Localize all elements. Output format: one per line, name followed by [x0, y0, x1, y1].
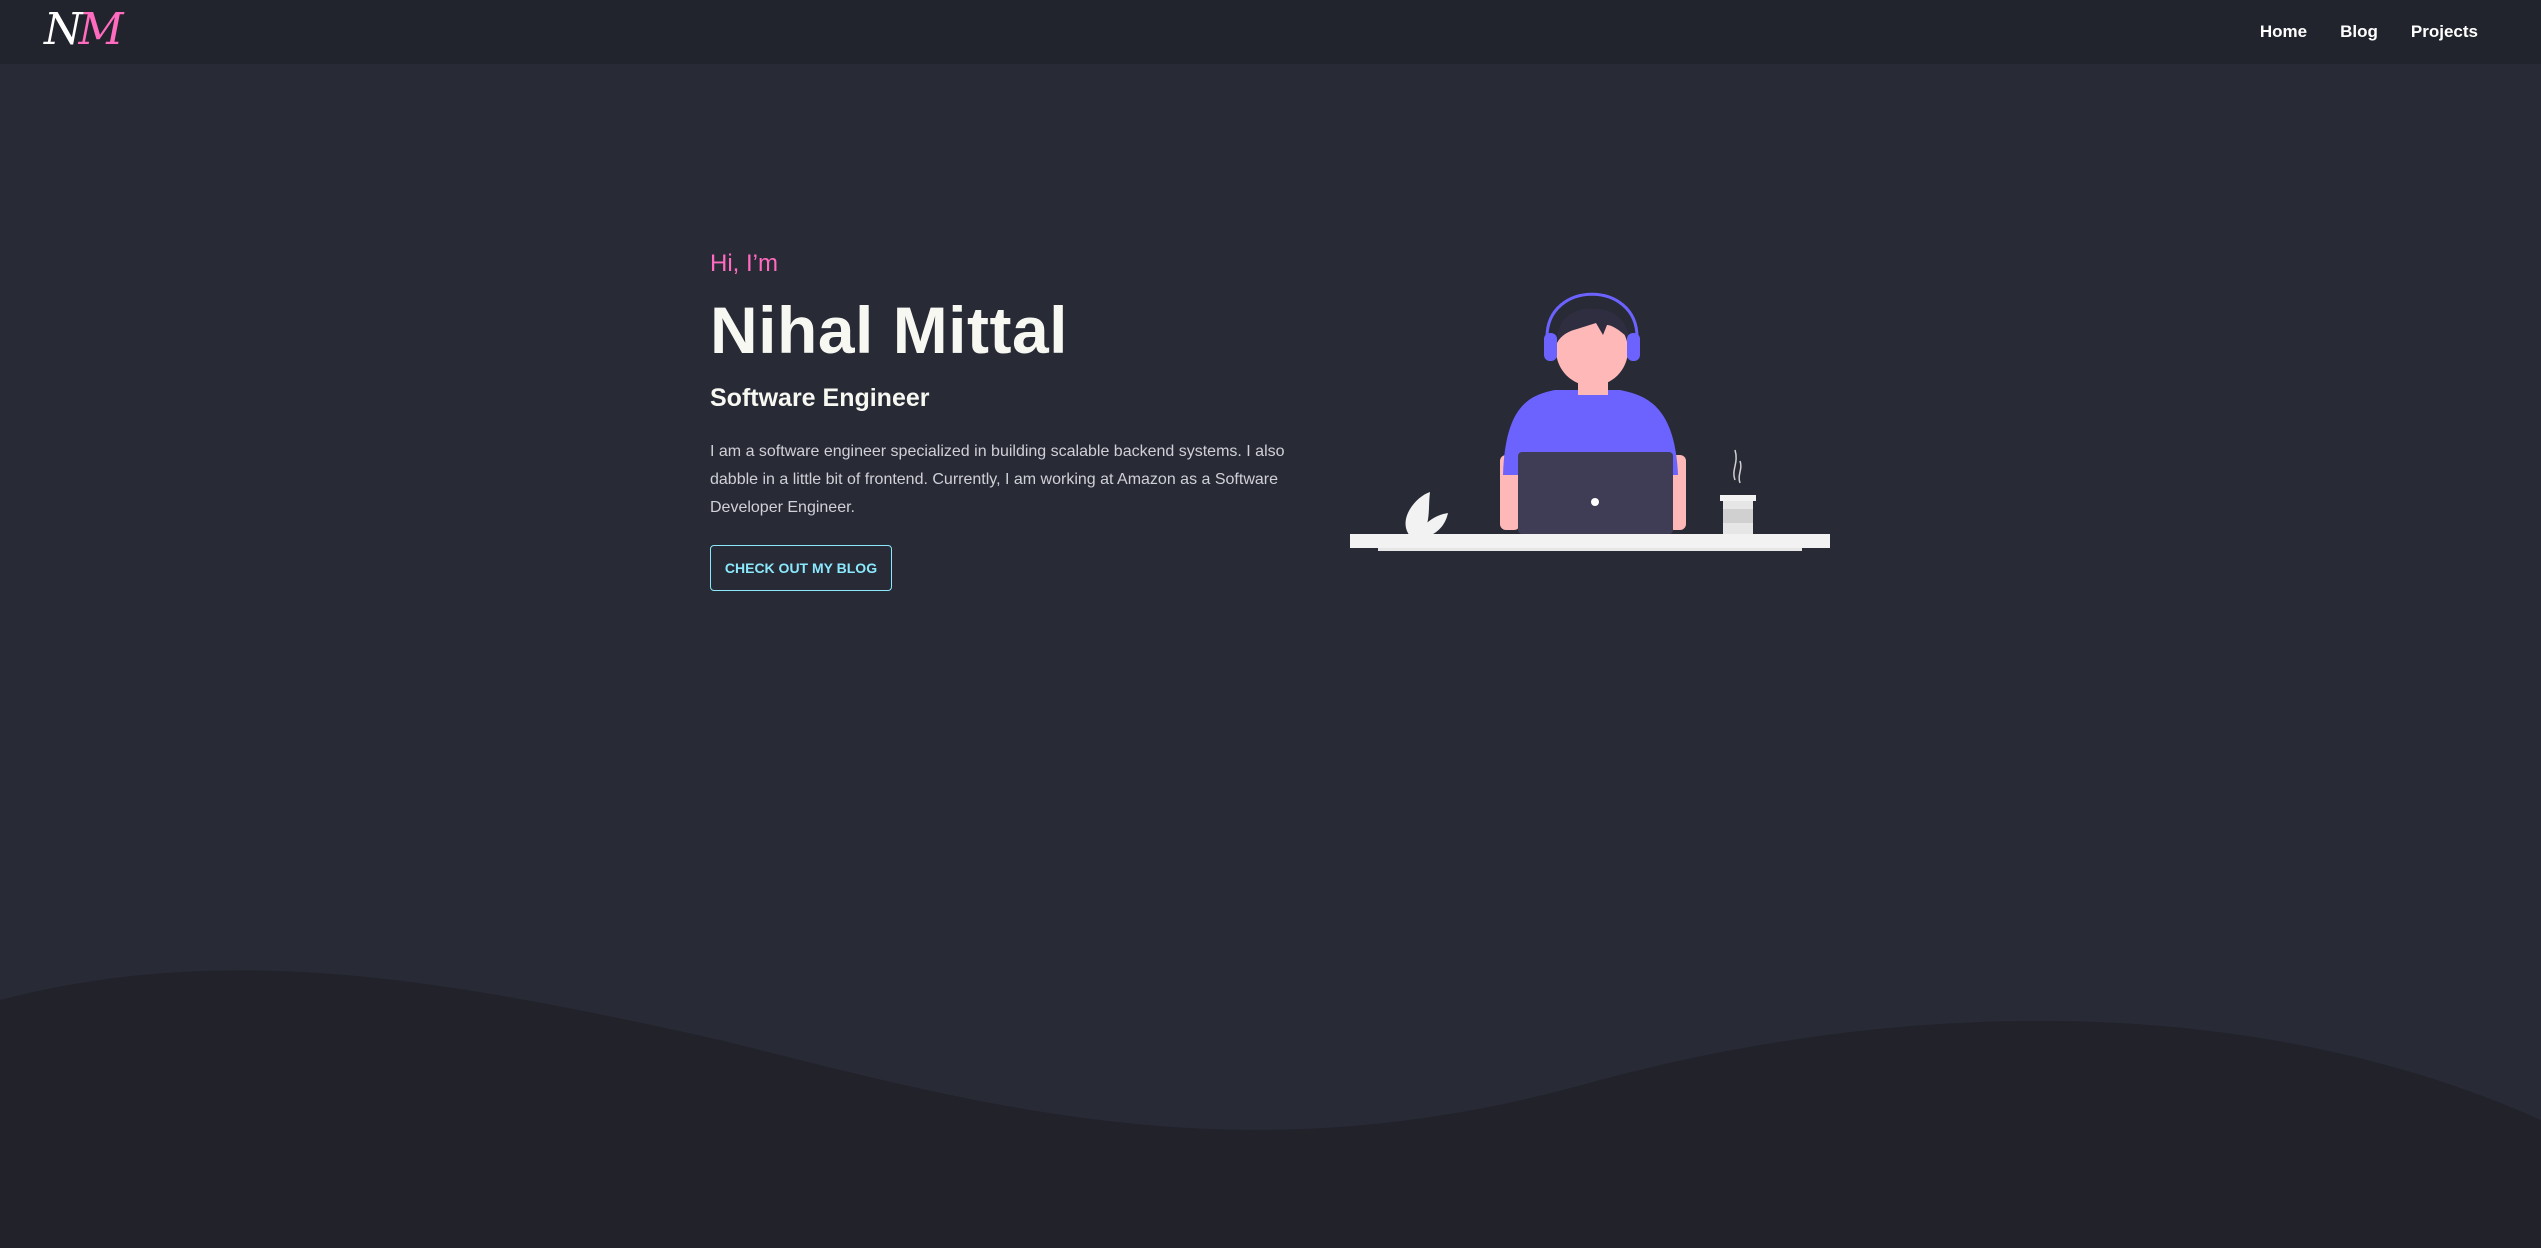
nav-link-home[interactable]: Home: [2260, 22, 2307, 42]
developer-at-laptop-illustration: [1350, 292, 1830, 551]
nav-links: Home Blog Projects: [2260, 0, 2478, 64]
logo-letter-m: M: [78, 4, 124, 55]
hero-greeting: Hi, I’m: [710, 250, 778, 277]
check-out-blog-button[interactable]: CHECK OUT MY BLOG: [710, 545, 892, 591]
logo-letter-n: N: [44, 4, 82, 55]
hero-bio: I am a software engineer specialized in …: [710, 443, 1285, 516]
nav-link-blog[interactable]: Blog: [2340, 22, 2378, 42]
hero-text: Hi, I’m Nihal Mittal Software Engineer I…: [710, 248, 1330, 522]
hero-name: Nihal Mittal: [710, 293, 1069, 367]
hero-role: Software Engineer: [710, 384, 930, 412]
nav-link-projects[interactable]: Projects: [2411, 22, 2478, 42]
navbar: NM Home Blog Projects: [0, 0, 2541, 64]
background-wave: [0, 970, 2541, 1248]
site-logo[interactable]: NM: [44, 2, 124, 58]
